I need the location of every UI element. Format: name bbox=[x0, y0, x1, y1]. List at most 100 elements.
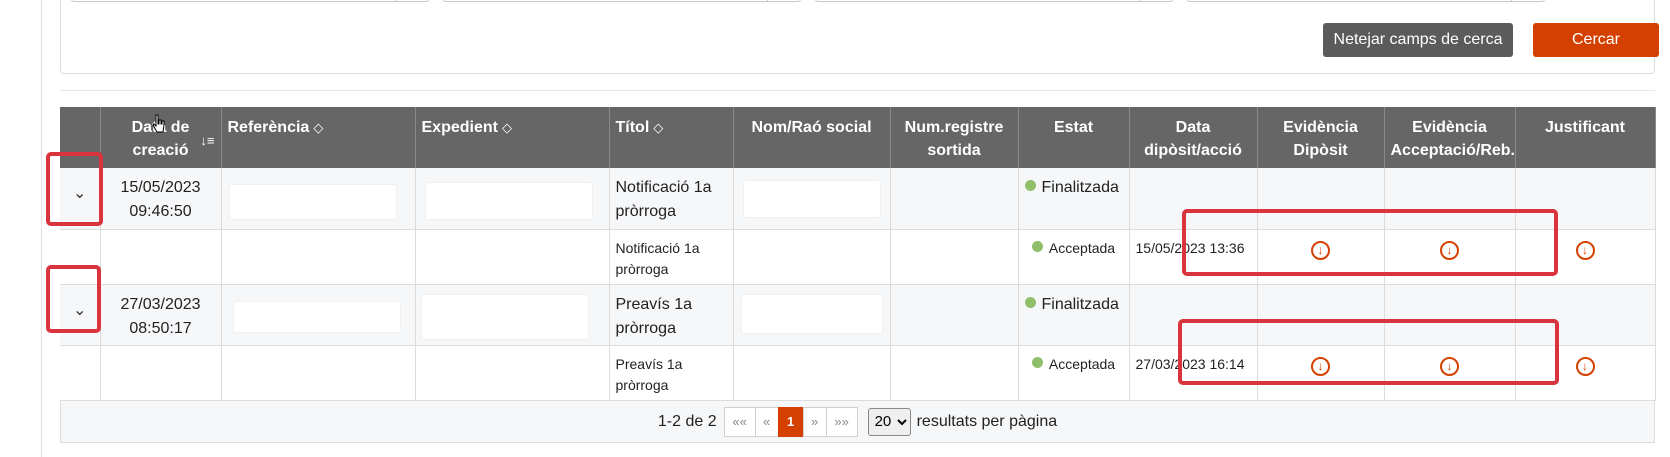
deposit-date-cell bbox=[1129, 168, 1258, 230]
header-registry: Num.registre sortida bbox=[890, 107, 1019, 168]
title-cell: Notificació 1a pròrroga bbox=[609, 229, 734, 285]
registry-cell bbox=[890, 168, 1019, 230]
status-cell: Acceptada bbox=[1018, 229, 1130, 285]
title-cell: Preavís 1a pròrroga bbox=[609, 345, 734, 401]
expedient-cell bbox=[415, 168, 610, 230]
status-cell: Acceptada bbox=[1018, 345, 1130, 401]
table-subrow: Preavís 1a pròrroga Acceptada 27/03/2023 … bbox=[60, 345, 1656, 401]
per-page-select[interactable]: 20 bbox=[867, 407, 911, 436]
creation-date-cell: 27/03/2023 08:50:17 bbox=[100, 284, 222, 346]
per-page-label: resultats per pàgina bbox=[916, 412, 1058, 430]
search-field-2[interactable] bbox=[443, 0, 801, 2]
prev-page-button[interactable]: « bbox=[754, 406, 779, 437]
clear-search-button[interactable]: Netejar camps de cerca bbox=[1323, 23, 1513, 57]
status-dot bbox=[1024, 180, 1036, 192]
sort-icon[interactable]: ◇ bbox=[502, 120, 512, 135]
download-icon[interactable]: ↓ bbox=[1575, 356, 1595, 376]
receipt-cell: ↓ bbox=[1515, 345, 1656, 401]
name-cell bbox=[733, 229, 891, 285]
evidence-acceptance-cell: ↓ bbox=[1384, 345, 1516, 401]
download-icon[interactable]: ↓ bbox=[1311, 356, 1330, 376]
status-cell: Finalitzada bbox=[1018, 168, 1130, 230]
status-cell: Finalitzada bbox=[1018, 284, 1130, 346]
receipt-cell bbox=[1515, 168, 1656, 230]
name-cell bbox=[733, 284, 891, 346]
page-1-button[interactable]: 1 bbox=[777, 406, 804, 437]
expand-cell: ⌄ bbox=[60, 284, 101, 346]
name-cell bbox=[733, 345, 891, 401]
search-button[interactable]: Cercar bbox=[1533, 23, 1659, 57]
download-icon[interactable]: ↓ bbox=[1440, 240, 1459, 260]
status-dot bbox=[1031, 241, 1043, 253]
creation-date-cell bbox=[100, 229, 222, 285]
reference-cell bbox=[221, 229, 416, 285]
results-table: Data de creació ↓≡ Referència ◇ Expedient… bbox=[60, 107, 1656, 401]
table-header-row: Data de creació ↓≡ Referència ◇ Expedient… bbox=[60, 107, 1656, 168]
registry-cell bbox=[890, 284, 1019, 346]
search-panel: Netejar camps de cerca Cercar bbox=[60, 0, 1659, 74]
header-expedient[interactable]: Expedient ◇ bbox=[415, 107, 610, 168]
header-name: Nom/Raó social bbox=[733, 107, 891, 168]
evidence-deposit-cell bbox=[1257, 168, 1385, 230]
evidence-deposit-cell: ↓ bbox=[1257, 229, 1385, 285]
results-summary: 1-2 de 2 bbox=[657, 412, 717, 430]
expedient-cell bbox=[415, 284, 610, 346]
header-reference[interactable]: Referència ◇ bbox=[221, 107, 416, 168]
status-dot bbox=[1024, 296, 1036, 308]
creation-date-cell: 15/05/2023 09:46:50 bbox=[100, 168, 222, 230]
reference-cell bbox=[221, 345, 416, 401]
evidence-acceptance-cell: ↓ bbox=[1384, 229, 1516, 285]
table-subrow: Notificació 1a pròrroga Acceptada 15/05/2… bbox=[60, 229, 1656, 285]
search-field-3[interactable] bbox=[815, 0, 1173, 2]
deposit-date-cell: 27/03/2023 16:14 bbox=[1129, 345, 1258, 401]
header-evidence-acceptance: Evidència Acceptació/Reb. bbox=[1384, 107, 1516, 168]
header-title[interactable]: Títol ◇ bbox=[609, 107, 734, 168]
expedient-cell bbox=[415, 345, 610, 401]
sort-desc-icon[interactable]: ↓≡ bbox=[200, 129, 214, 152]
evidence-deposit-cell bbox=[1257, 284, 1385, 346]
reference-cell bbox=[221, 284, 416, 346]
receipt-cell: ↓ bbox=[1515, 229, 1656, 285]
header-expand bbox=[60, 107, 101, 168]
first-page-button[interactable]: «« bbox=[723, 406, 756, 437]
header-deposit-date: Data dipòsit/acció bbox=[1129, 107, 1258, 168]
sort-icon[interactable]: ◇ bbox=[313, 120, 323, 135]
title-cell: Preavís 1a pròrroga bbox=[609, 284, 734, 346]
chevron-down-icon[interactable]: ⌄ bbox=[73, 299, 86, 323]
creation-date-cell bbox=[100, 345, 222, 401]
evidence-acceptance-cell bbox=[1384, 284, 1516, 346]
reference-cell bbox=[221, 168, 416, 230]
download-icon[interactable]: ↓ bbox=[1575, 240, 1595, 260]
status-dot bbox=[1031, 357, 1043, 369]
registry-cell bbox=[890, 229, 1019, 285]
header-evidence-deposit: Evidència Dipòsit bbox=[1257, 107, 1385, 168]
divider bbox=[60, 90, 1655, 91]
deposit-date-cell bbox=[1129, 284, 1258, 346]
expand-cell: ⌄ bbox=[60, 168, 101, 230]
next-page-button[interactable]: » bbox=[802, 406, 827, 437]
expedient-cell bbox=[415, 229, 610, 285]
search-field-1[interactable] bbox=[71, 0, 429, 2]
pagination-bar: 1-2 de 2 «« « 1 » »» 20 resultats per pà… bbox=[60, 401, 1655, 443]
receipt-cell bbox=[1515, 284, 1656, 346]
download-icon[interactable]: ↓ bbox=[1311, 240, 1330, 260]
name-cell bbox=[733, 168, 891, 230]
table-row: ⌄ 15/05/2023 09:46:50 Notificació 1a pròrr… bbox=[60, 168, 1656, 230]
last-page-button[interactable]: »» bbox=[825, 406, 858, 437]
left-sidebar-strip bbox=[0, 0, 42, 457]
evidence-acceptance-cell bbox=[1384, 168, 1516, 230]
header-receipt: Justificant bbox=[1515, 107, 1656, 168]
registry-cell bbox=[890, 345, 1019, 401]
download-icon[interactable]: ↓ bbox=[1440, 356, 1459, 376]
deposit-date-cell: 15/05/2023 13:36 bbox=[1129, 229, 1258, 285]
expand-cell bbox=[60, 345, 101, 401]
title-cell: Notificació 1a pròrroga bbox=[609, 168, 734, 230]
main-content: Netejar camps de cerca Cercar Data de cr… bbox=[42, 0, 1670, 457]
chevron-down-icon[interactable]: ⌄ bbox=[73, 182, 86, 206]
search-field-4[interactable] bbox=[1187, 0, 1545, 2]
expand-cell bbox=[60, 229, 101, 285]
mouse-cursor-icon bbox=[152, 114, 165, 133]
table-row: ⌄ 27/03/2023 08:50:17 Preavís 1a pròrroga … bbox=[60, 284, 1656, 346]
sort-icon[interactable]: ◇ bbox=[653, 120, 663, 135]
header-status: Estat bbox=[1018, 107, 1130, 168]
